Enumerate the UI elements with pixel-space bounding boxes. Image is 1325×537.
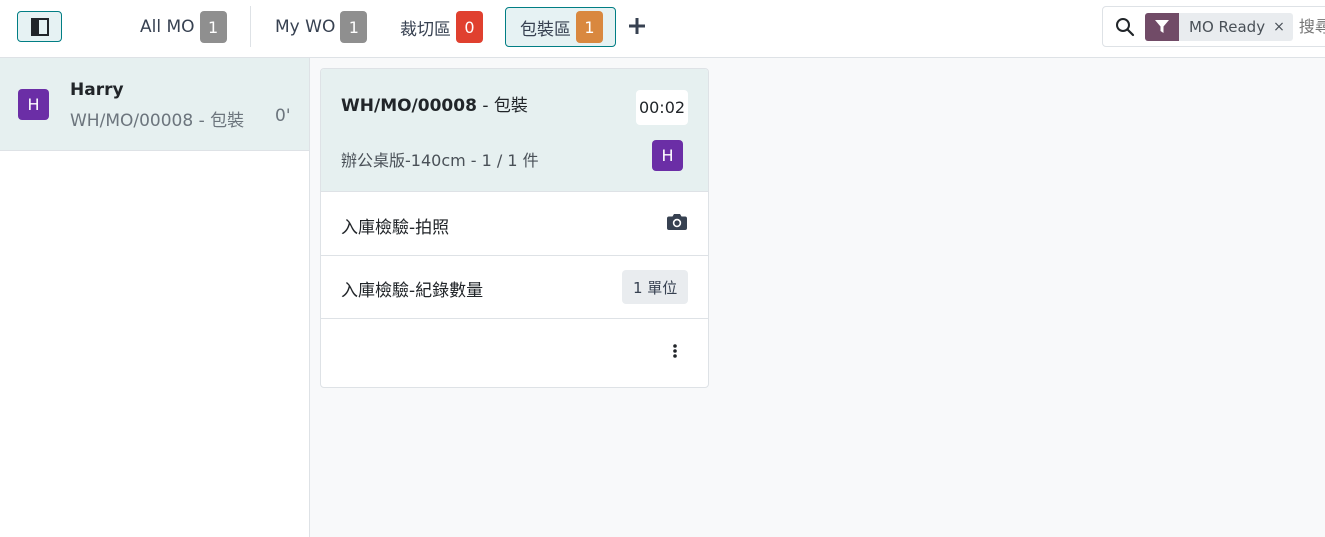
workorder-area: WH/MO/00008 - 包裝 00:02 辦公桌版-140cm - 1 / … — [310, 58, 1325, 537]
tab-packing-area[interactable]: 包裝區 1 — [505, 7, 616, 47]
step-label: 入庫檢驗-拍照 — [341, 218, 450, 238]
tab-my-wo[interactable]: My WO 1 — [275, 7, 368, 47]
search-icon[interactable] — [1115, 17, 1135, 37]
tab-label: 裁切區 — [400, 19, 451, 40]
tab-divider — [250, 6, 251, 47]
tab-count-badge: 0 — [456, 11, 483, 43]
quantity-button[interactable]: 1 單位 — [622, 270, 689, 304]
card-header[interactable]: WH/MO/00008 - 包裝 00:02 辦公桌版-140cm - 1 / … — [321, 69, 708, 192]
step-row-quantity[interactable]: 入庫檢驗-紀錄數量 1 單位 — [321, 256, 708, 319]
employee-time: 0' — [275, 106, 291, 126]
employee-workorder: WH/MO/00008 - 包裝 — [70, 111, 245, 131]
employee-name: Harry — [70, 80, 124, 100]
plus-icon — [629, 12, 645, 40]
employee-row[interactable]: H Harry WH/MO/00008 - 包裝 0' — [0, 58, 309, 151]
step-label: 入庫檢驗-紀錄數量 — [341, 281, 484, 301]
search-bar: MO Ready × — [1102, 6, 1325, 47]
product-line: 辦公桌版-140cm - 1 / 1 件 — [341, 151, 539, 170]
tab-label: 包裝區 — [520, 19, 571, 40]
add-workcenter-button[interactable] — [626, 12, 648, 40]
tab-count-badge: 1 — [199, 11, 227, 43]
employee-panel: H Harry WH/MO/00008 - 包裝 0' — [0, 58, 310, 537]
camera-icon[interactable] — [667, 213, 687, 231]
operation-name: - 包裝 — [476, 96, 528, 116]
search-input[interactable] — [1298, 17, 1325, 36]
tab-label: All MO — [140, 17, 195, 37]
mo-reference: WH/MO/00008 — [341, 96, 477, 116]
avatar: H — [18, 89, 49, 120]
timer-badge[interactable]: 00:02 — [636, 90, 688, 125]
kebab-menu-icon[interactable] — [665, 339, 685, 363]
tab-cutting-area[interactable]: 裁切區 0 — [400, 7, 483, 47]
tab-count-badge: 1 — [340, 11, 368, 43]
facet-remove-icon[interactable]: × — [1273, 19, 1293, 35]
avatar[interactable]: H — [652, 140, 683, 171]
tab-label: My WO — [275, 17, 336, 37]
filter-icon — [1145, 12, 1179, 41]
facet-label: MO Ready — [1189, 17, 1266, 36]
search-facet: MO Ready × — [1145, 12, 1293, 41]
step-row-photo[interactable]: 入庫檢驗-拍照 — [321, 193, 708, 256]
panel-toggle-button[interactable] — [17, 11, 62, 42]
card-title: WH/MO/00008 - 包裝 — [341, 91, 528, 116]
tab-count-badge: 1 — [576, 11, 603, 43]
top-bar: All MO 1 My WO 1 裁切區 0 包裝區 1 MO Ready × … — [0, 0, 1325, 58]
workorder-card: WH/MO/00008 - 包裝 00:02 辦公桌版-140cm - 1 / … — [320, 68, 709, 388]
panel-toggle-icon — [30, 17, 49, 36]
tab-all-mo[interactable]: All MO 1 — [140, 7, 227, 47]
